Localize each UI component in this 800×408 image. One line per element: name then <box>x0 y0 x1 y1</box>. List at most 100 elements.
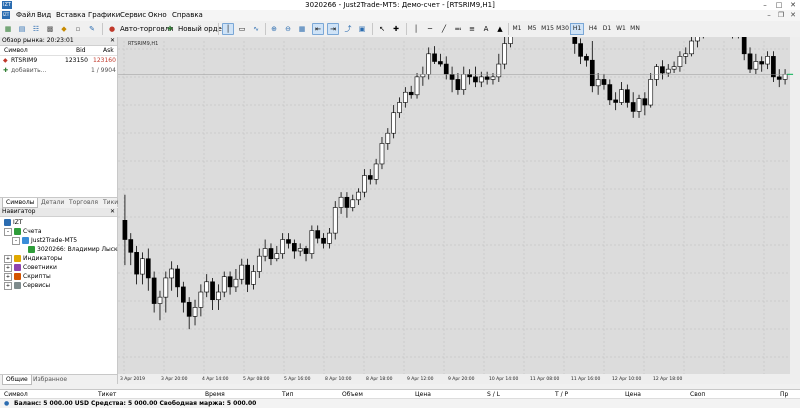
candle <box>280 239 286 254</box>
timeframe-m5[interactable]: M5 <box>525 23 539 35</box>
zoom-in-icon[interactable]: ⊕ <box>268 23 280 35</box>
nav-services[interactable]: + Сервисы <box>4 281 50 290</box>
menu-view[interactable]: Вид <box>37 10 51 21</box>
mdi-close-icon[interactable]: ✕ <box>788 10 798 21</box>
column-bid[interactable]: Bid <box>76 46 86 55</box>
menu-insert[interactable]: Вставка <box>56 10 86 21</box>
chart-window[interactable]: RTSRIM9,H1 3 Apr 2019 3 Apr 20:00 4 Apr 14:… <box>118 0 800 384</box>
timeframe-m1[interactable]: M1 <box>510 23 524 35</box>
column-symbol[interactable]: Символ <box>4 46 28 55</box>
bar-chart-icon[interactable]: │ <box>222 23 234 35</box>
indicators-icon[interactable]: ⤴ <box>342 23 354 35</box>
channel-icon[interactable]: ≕ <box>452 23 464 35</box>
terminal-icon[interactable]: ▫ <box>72 23 84 35</box>
table-row[interactable]: ◆ RTSRIM9 123150 123160 <box>0 56 117 66</box>
candle <box>315 230 321 239</box>
add-symbol-link[interactable]: добавить... <box>11 66 46 76</box>
timeframe-w1[interactable]: W1 <box>614 23 628 35</box>
autotrading-icon[interactable]: ● <box>106 23 118 35</box>
tab-common[interactable]: Общие <box>2 375 32 385</box>
nav-indicators[interactable]: + Индикаторы <box>4 254 62 263</box>
candle <box>245 264 250 285</box>
tab-symbols[interactable]: Символы <box>2 198 39 208</box>
menu-file[interactable]: Файл <box>16 10 35 21</box>
line-chart-icon[interactable]: ∿ <box>250 23 262 35</box>
templates-icon[interactable]: ▣ <box>356 23 368 35</box>
candlestick-chart[interactable]: RTSRIM9,H1 3 Apr 2019 3 Apr 20:00 4 Apr 14:… <box>118 0 800 384</box>
new-order-icon[interactable]: ✚ <box>164 23 176 35</box>
expand-icon[interactable]: + <box>4 263 12 272</box>
candle <box>455 79 461 90</box>
candle <box>169 268 175 279</box>
experts-icon <box>14 264 21 271</box>
crosshair-icon[interactable]: ✚ <box>390 23 402 35</box>
new-order-button[interactable]: Новый ордер <box>176 23 228 35</box>
collapse-icon[interactable]: – <box>12 236 20 245</box>
candle <box>747 53 753 70</box>
autoscroll-icon[interactable]: ⇤ <box>312 23 324 35</box>
trendline-icon[interactable]: ╱ <box>438 23 450 35</box>
price-scale <box>790 37 800 384</box>
timeframe-m15[interactable]: M15 <box>540 23 555 35</box>
nav-scripts[interactable]: + Скрипты <box>4 272 51 281</box>
tile-windows-icon[interactable]: ▦ <box>296 23 308 35</box>
strategy-tester-icon[interactable]: ✎ <box>86 23 98 35</box>
expand-icon[interactable]: + <box>4 254 12 263</box>
text-tool-icon[interactable]: A <box>480 23 492 35</box>
x-tick-label: 11 Apr 16:00 <box>571 376 600 382</box>
nav-root[interactable]: IZT <box>4 218 23 227</box>
mdi-restore-icon[interactable]: ❐ <box>776 10 786 21</box>
menu-tools[interactable]: Сервис <box>120 10 146 21</box>
nav-accounts[interactable]: – Счета <box>4 227 42 236</box>
candle <box>636 98 642 112</box>
vertical-line-icon[interactable]: │ <box>410 23 422 35</box>
nav-broker[interactable]: – Just2Trade-MT5 <box>12 236 77 245</box>
candle <box>461 73 467 90</box>
menu-help[interactable]: Справка <box>172 10 203 21</box>
expand-icon[interactable]: + <box>4 281 12 290</box>
add-symbol-row[interactable]: ✚ добавить... 1 / 9904 <box>0 66 117 76</box>
close-icon[interactable]: ✕ <box>786 0 800 10</box>
shapes-icon[interactable]: ▲ <box>494 23 506 35</box>
zoom-out-icon[interactable]: ⊖ <box>282 23 294 35</box>
candle <box>432 53 437 62</box>
tab-trading[interactable]: Торговля <box>66 198 101 207</box>
mdi-minimize-icon[interactable]: – <box>764 10 774 21</box>
market-watch-icon[interactable]: ☷ <box>30 23 42 35</box>
minimize-icon[interactable]: – <box>758 0 772 10</box>
navigator-icon[interactable]: ◆ <box>58 23 70 35</box>
data-window-icon[interactable]: ▩ <box>44 23 56 35</box>
close-icon[interactable]: ✕ <box>110 208 115 216</box>
candle <box>297 248 303 252</box>
timeframe-mn[interactable]: MN <box>628 23 642 35</box>
timeframe-h1[interactable]: H1 <box>570 23 584 35</box>
nav-experts[interactable]: + Советники <box>4 263 57 272</box>
candle <box>391 112 397 134</box>
timeframe-h4[interactable]: H4 <box>586 23 600 35</box>
maximize-icon[interactable]: □ <box>772 0 786 10</box>
new-chart-icon[interactable]: ▦ <box>2 23 14 35</box>
tab-details[interactable]: Детали <box>38 198 67 207</box>
cursor-icon[interactable]: ↖ <box>376 23 388 35</box>
menu-window[interactable]: Окно <box>148 10 167 21</box>
fibonacci-icon[interactable]: ≡ <box>466 23 478 35</box>
scripts-icon <box>14 273 21 280</box>
timeframe-d1[interactable]: D1 <box>600 23 614 35</box>
column-ask[interactable]: Ask <box>103 46 114 55</box>
chart-shift-icon[interactable]: ⇥ <box>327 23 339 35</box>
timeframe-m30[interactable]: M30 <box>555 23 570 35</box>
collapse-icon[interactable]: – <box>4 227 12 236</box>
tab-favorites[interactable]: Избранное <box>30 375 70 384</box>
app-menu-icon[interactable]: IZT <box>2 11 10 19</box>
candlestick-icon[interactable]: ▭ <box>236 23 248 35</box>
horizontal-line-icon[interactable]: ─ <box>424 23 436 35</box>
profiles-icon[interactable]: ▤ <box>16 23 28 35</box>
nav-account[interactable]: 3020266: Владимир Лысков <box>28 245 125 254</box>
expand-icon[interactable]: + <box>4 272 12 281</box>
x-tick-label: 9 Apr 20:00 <box>448 376 475 382</box>
candle <box>291 243 297 252</box>
close-icon[interactable]: ✕ <box>110 37 115 45</box>
candle <box>776 76 782 80</box>
candle <box>613 99 619 103</box>
menu-charts[interactable]: Графики <box>88 10 120 21</box>
